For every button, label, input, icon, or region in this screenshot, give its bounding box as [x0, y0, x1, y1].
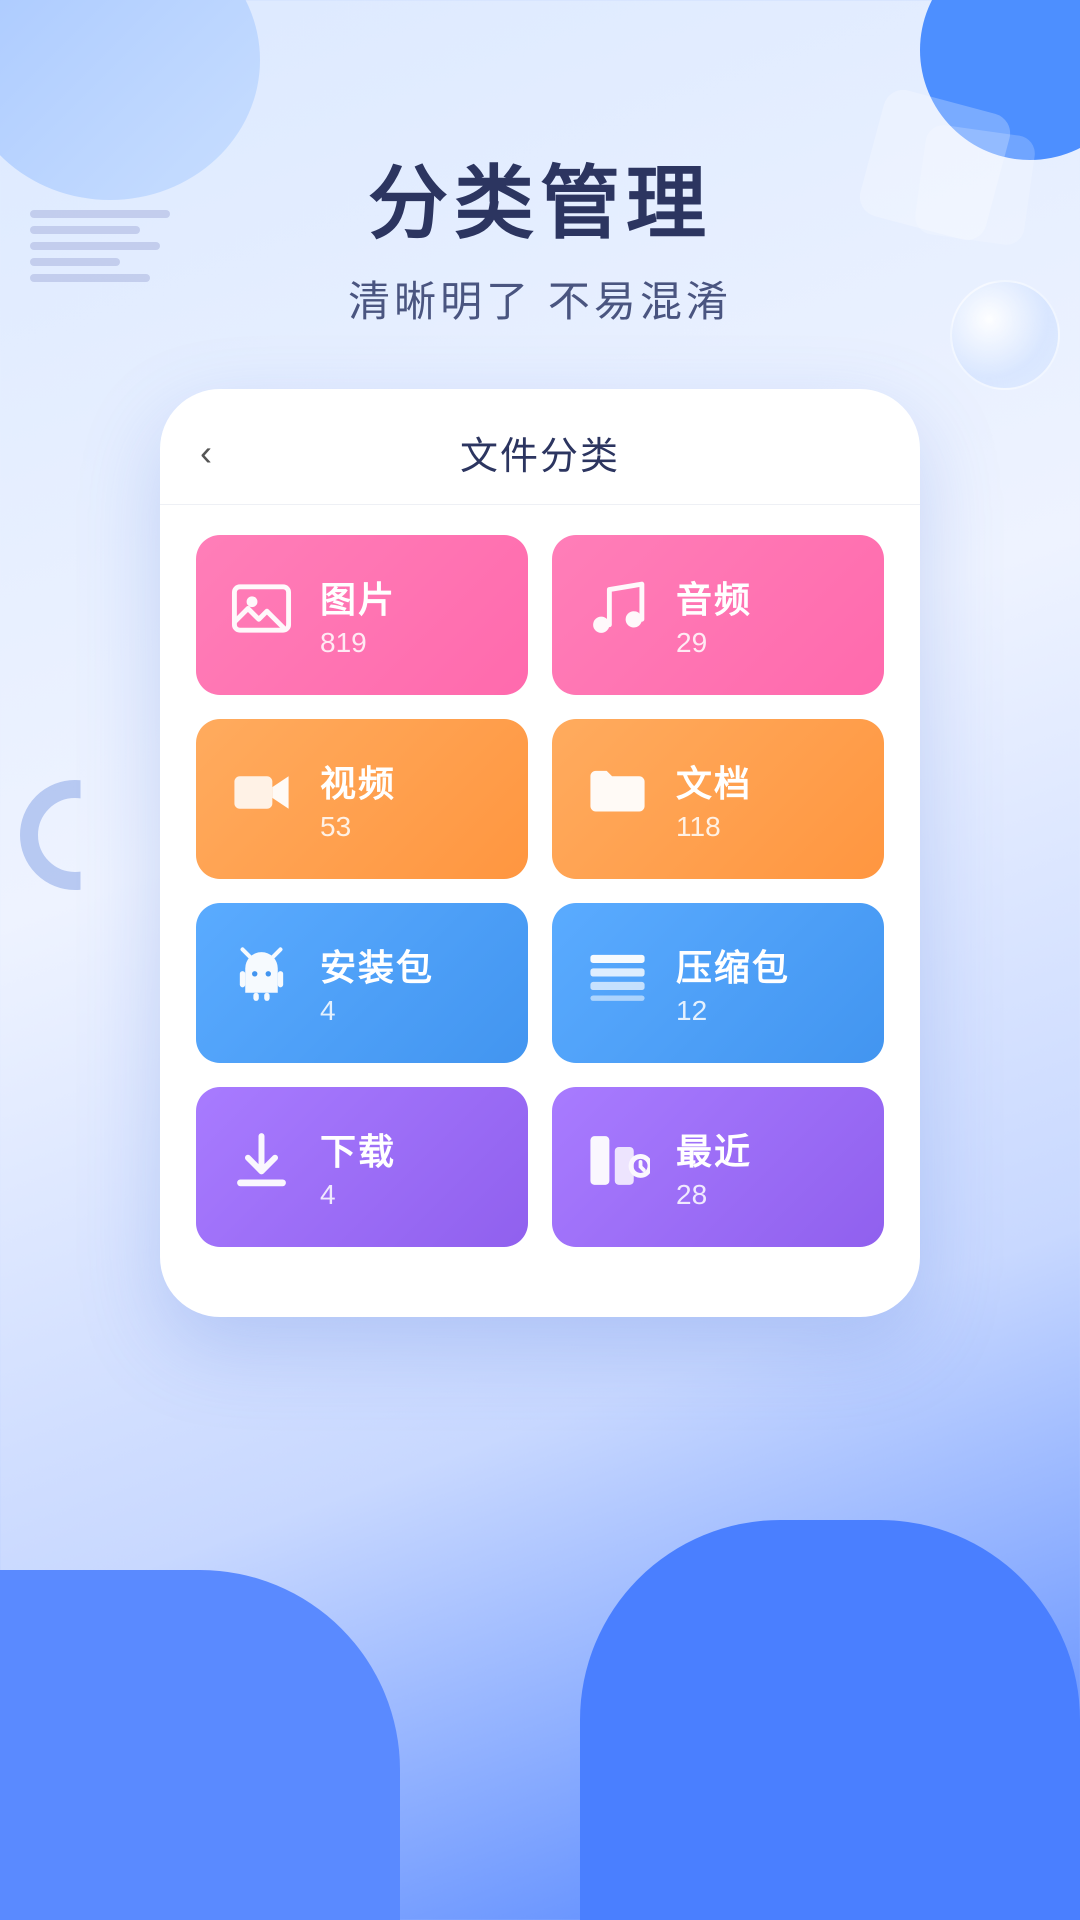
page-subtitle: 清晰明了 不易混淆 — [0, 268, 1080, 329]
category-docs-info: 文档 118 — [676, 755, 752, 843]
category-images-count: 819 — [320, 627, 396, 659]
category-apk-count: 4 — [320, 995, 434, 1027]
video-icon — [226, 760, 296, 838]
category-docs-label: 文档 — [676, 755, 752, 807]
category-video-label: 视频 — [320, 755, 396, 807]
category-download[interactable]: 下载 4 — [196, 1087, 528, 1247]
category-docs[interactable]: 文档 118 — [552, 719, 884, 879]
category-zip-info: 压缩包 12 — [676, 939, 790, 1027]
bg-decoration-blob-bottom-right — [580, 1520, 1080, 1920]
bg-decoration-blob-bottom-left — [0, 1570, 400, 1920]
audio-icon — [582, 576, 652, 654]
category-recent-info: 最近 28 — [676, 1123, 752, 1211]
category-grid: 图片 819 音频 29 — [160, 505, 920, 1277]
category-images-info: 图片 819 — [320, 571, 396, 659]
category-recent-label: 最近 — [676, 1123, 752, 1175]
category-download-label: 下载 — [320, 1123, 396, 1175]
back-button[interactable]: ‹ — [200, 432, 250, 474]
zip-icon — [582, 944, 652, 1022]
category-download-count: 4 — [320, 1179, 396, 1211]
page-title: 分类管理 — [0, 160, 1080, 248]
category-apk[interactable]: 安装包 4 — [196, 903, 528, 1063]
image-icon — [226, 576, 296, 654]
folder-icon — [582, 760, 652, 838]
category-zip-label: 压缩包 — [676, 939, 790, 991]
category-zip-count: 12 — [676, 995, 790, 1027]
header: 分类管理 清晰明了 不易混淆 — [0, 0, 1080, 329]
phone-header: ‹ 文件分类 — [160, 389, 920, 505]
category-recent[interactable]: 最近 28 — [552, 1087, 884, 1247]
download-icon — [226, 1128, 296, 1206]
category-apk-label: 安装包 — [320, 939, 434, 991]
android-icon — [226, 944, 296, 1022]
category-images-label: 图片 — [320, 571, 396, 623]
category-video[interactable]: 视频 53 — [196, 719, 528, 879]
bg-decoration-c-shape — [20, 780, 130, 890]
phone-mockup: ‹ 文件分类 图片 819 — [160, 389, 920, 1317]
recent-icon — [582, 1128, 652, 1206]
category-audio-label: 音频 — [676, 571, 752, 623]
category-audio[interactable]: 音频 29 — [552, 535, 884, 695]
category-video-info: 视频 53 — [320, 755, 396, 843]
category-download-info: 下载 4 — [320, 1123, 396, 1211]
category-video-count: 53 — [320, 811, 396, 843]
category-zip[interactable]: 压缩包 12 — [552, 903, 884, 1063]
category-audio-info: 音频 29 — [676, 571, 752, 659]
category-images[interactable]: 图片 819 — [196, 535, 528, 695]
phone-page-title: 文件分类 — [250, 425, 830, 480]
category-audio-count: 29 — [676, 627, 752, 659]
category-docs-count: 118 — [676, 811, 752, 843]
category-apk-info: 安装包 4 — [320, 939, 434, 1027]
category-recent-count: 28 — [676, 1179, 752, 1211]
